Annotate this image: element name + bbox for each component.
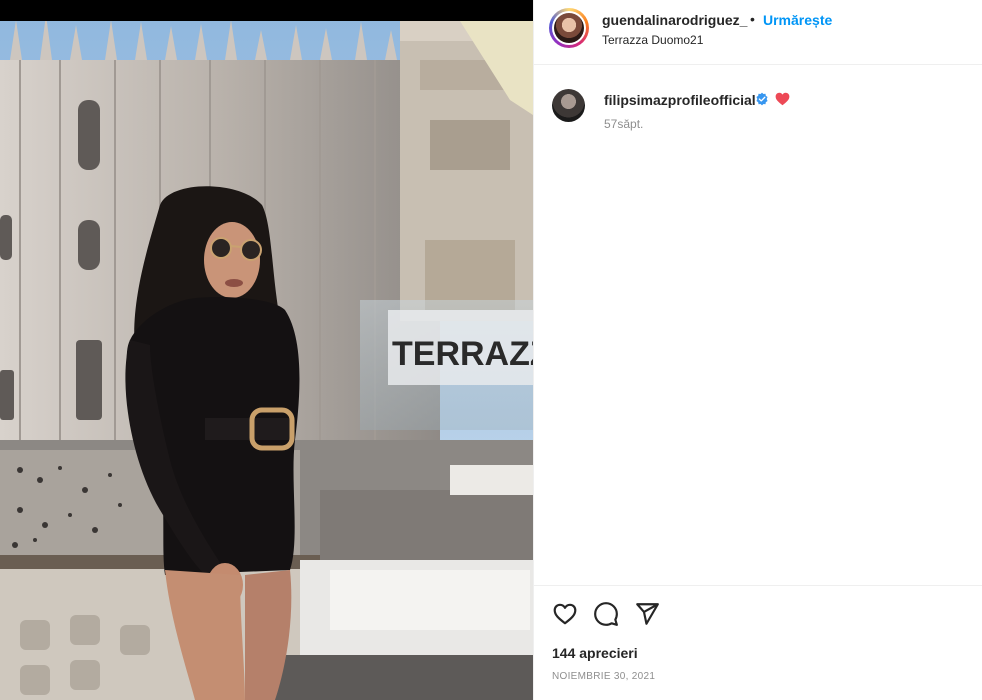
- red-heart-emoji-icon: [775, 92, 790, 106]
- post-photo[interactable]: TERRAZZA DUOMO: [0, 0, 533, 700]
- terrazza-sign-text: TERRAZZA DUOMO: [392, 335, 533, 373]
- likes-count[interactable]: 144 aprecieri: [552, 645, 638, 661]
- avatar[interactable]: [549, 8, 589, 48]
- verified-badge-icon: [756, 92, 768, 106]
- post-side-panel: guendalinarodriguez_ • Urmărește Terrazz…: [533, 0, 982, 700]
- author-username[interactable]: guendalinarodriguez_: [602, 12, 747, 28]
- commenter-username[interactable]: filipsimazprofileofficial: [604, 92, 756, 108]
- post-date: NOIEMBRIE 30, 2021: [552, 671, 656, 682]
- comment-bubble-icon[interactable]: [593, 601, 619, 627]
- profile-photo: [554, 13, 584, 43]
- separator-dot: •: [750, 11, 755, 27]
- post-image: TERRAZZA DUOMO: [0, 0, 533, 700]
- commenter-avatar[interactable]: [552, 89, 585, 122]
- like-heart-icon[interactable]: [552, 601, 578, 627]
- photo-top-bar: [0, 0, 533, 21]
- post-header: guendalinarodriguez_ • Urmărește Terrazz…: [534, 0, 982, 65]
- share-paper-plane-icon[interactable]: [634, 601, 660, 627]
- follow-button[interactable]: Urmărește: [763, 12, 832, 28]
- comment-timestamp: 57săpt.: [604, 117, 644, 131]
- actions-divider: [534, 585, 982, 586]
- location-link[interactable]: Terrazza Duomo21: [602, 33, 703, 47]
